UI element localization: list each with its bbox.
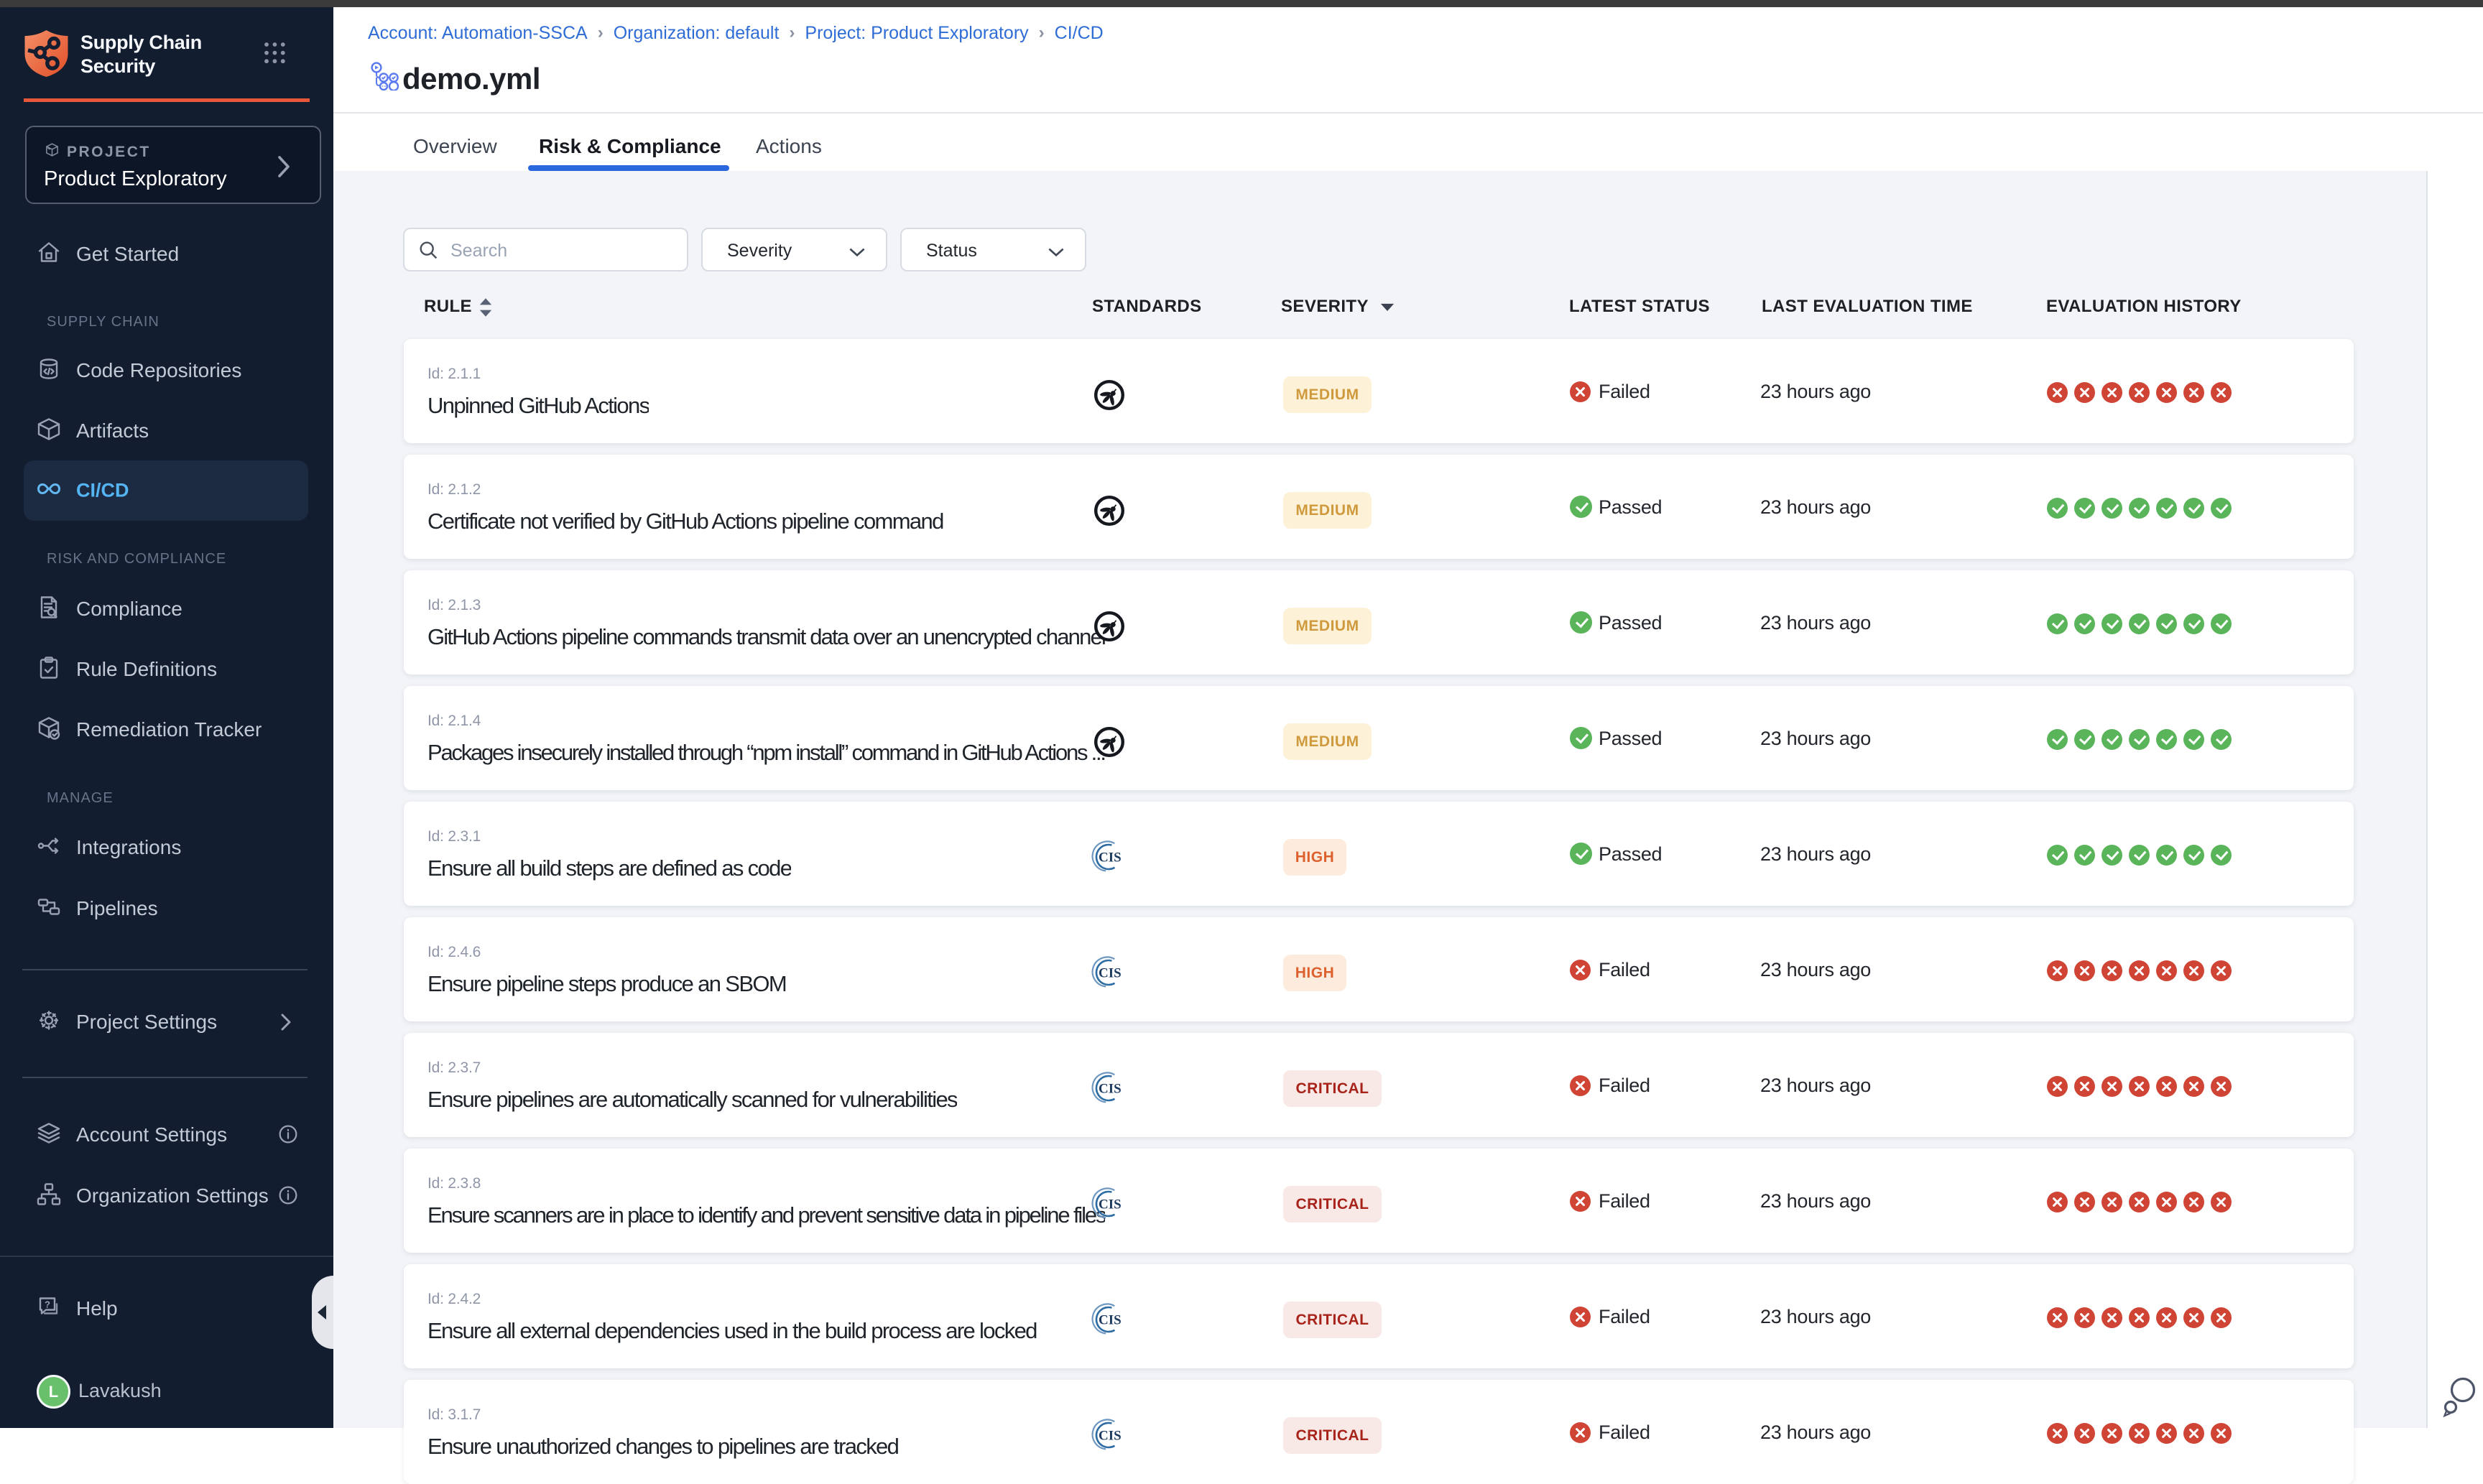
svg-text:?: ?: [45, 1299, 50, 1310]
svg-text:CIS: CIS: [1099, 1429, 1122, 1444]
svg-text:CIS: CIS: [1099, 1313, 1122, 1328]
svg-text:CIS: CIS: [1099, 850, 1122, 866]
svg-text:CIS: CIS: [1099, 966, 1122, 981]
svg-text:CIS: CIS: [1099, 1197, 1122, 1212]
svg-text:CIS: CIS: [1099, 1082, 1122, 1097]
